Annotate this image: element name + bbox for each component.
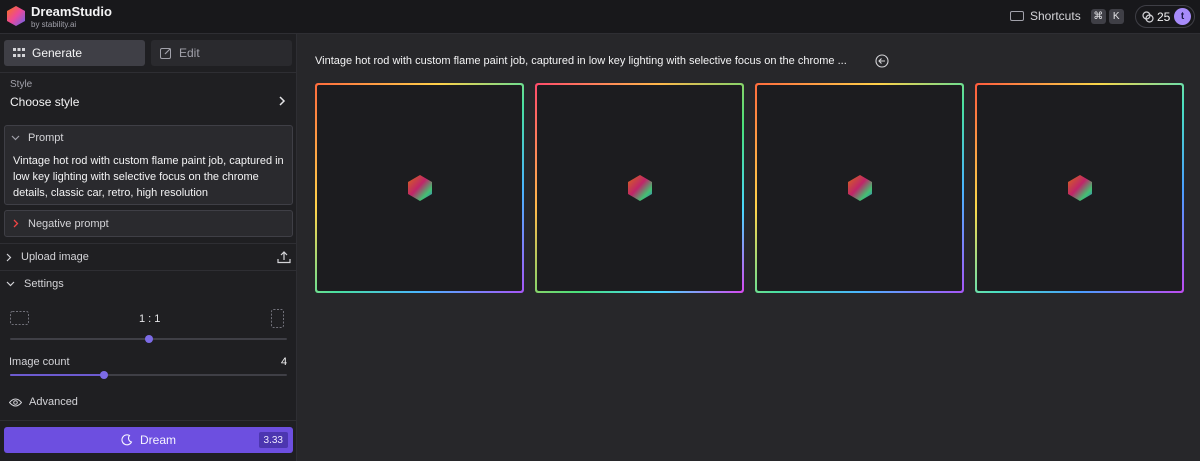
prompt-header[interactable]: Prompt: [11, 132, 63, 144]
shortcuts-button[interactable]: Shortcuts ⌘ K: [1010, 7, 1124, 25]
chevron-down-icon: [11, 135, 20, 141]
avatar[interactable]: t: [1174, 8, 1191, 25]
image-placeholder: [977, 85, 1182, 291]
credits-icon: [1142, 10, 1154, 23]
loading-hexagon-icon: [1067, 175, 1092, 201]
image-placeholder: [537, 85, 742, 291]
chevron-right-icon: [13, 219, 19, 228]
edit-icon: [160, 48, 171, 59]
aspect-ratio-slider-thumb[interactable]: [144, 335, 153, 343]
dream-button[interactable]: Dream 3.33: [4, 427, 293, 453]
loading-hexagon-icon: [407, 175, 432, 201]
image-count-slider-thumb[interactable]: [100, 371, 109, 379]
tab-edit-label: Edit: [179, 46, 200, 60]
dream-cost-badge: 3.33: [258, 432, 288, 448]
settings-label: Settings: [24, 278, 64, 290]
image-count-value: 4: [281, 356, 288, 368]
aspect-ratio-value: 1 : 1: [139, 313, 161, 325]
tab-generate-label: Generate: [32, 46, 83, 60]
shortcuts-label: Shortcuts: [1030, 9, 1081, 23]
k-key: K: [1108, 8, 1124, 24]
image-placeholder: [757, 85, 962, 291]
dream-button-label: Dream: [139, 433, 176, 447]
moon-icon: [121, 434, 133, 446]
settings-header[interactable]: Settings: [0, 271, 297, 297]
image-result-card[interactable]: [315, 83, 524, 293]
style-select[interactable]: Choose style: [10, 95, 79, 109]
style-label: Style: [10, 79, 33, 90]
back-arrow-icon[interactable]: [875, 54, 889, 68]
credits-count: 25: [1157, 9, 1171, 24]
grid-icon: [13, 48, 25, 57]
advanced-label: Advanced: [29, 396, 78, 408]
tab-generate[interactable]: Generate: [4, 40, 145, 66]
advanced-toggle[interactable]: Advanced: [9, 396, 78, 408]
image-result-card[interactable]: [535, 83, 744, 293]
image-results-grid: [315, 83, 1184, 293]
command-key: ⌘: [1090, 8, 1106, 24]
portrait-icon[interactable]: [271, 309, 284, 328]
eye-icon: [9, 398, 22, 406]
image-result-card[interactable]: [975, 83, 1184, 293]
divider: [0, 420, 297, 421]
landscape-icon[interactable]: [10, 311, 29, 325]
image-result-card[interactable]: [755, 83, 964, 293]
upload-image-label: Upload image: [21, 251, 89, 263]
generation-prompt-title: Vintage hot rod with custom flame paint …: [315, 55, 847, 67]
sidebar: Generate Edit Style Choose style Prompt …: [0, 34, 297, 461]
app-title: DreamStudio: [31, 4, 112, 19]
upload-icon[interactable]: [277, 250, 291, 264]
chevron-down-icon: [6, 281, 15, 287]
image-placeholder: [317, 85, 522, 291]
app-byline: by stability.ai: [31, 20, 77, 29]
prompt-header-label: Prompt: [28, 132, 64, 144]
logo-icon[interactable]: [5, 5, 27, 27]
loading-hexagon-icon: [847, 175, 872, 201]
divider: [0, 72, 297, 73]
upload-image-row[interactable]: Upload image: [0, 244, 297, 270]
loading-hexagon-icon: [627, 175, 652, 201]
prompt-section: Prompt Vintage hot rod with custom flame…: [4, 125, 293, 205]
image-count-label: Image count: [9, 356, 70, 368]
top-bar: DreamStudio by stability.ai Shortcuts ⌘ …: [0, 0, 1200, 34]
image-count-slider-fill: [10, 374, 105, 376]
negative-prompt-label: Negative prompt: [28, 217, 109, 230]
negative-prompt-toggle[interactable]: Negative prompt: [4, 210, 293, 237]
credits-button[interactable]: 25 t: [1135, 5, 1195, 28]
image-count-slider[interactable]: [10, 371, 287, 379]
prompt-input[interactable]: Vintage hot rod with custom flame paint …: [13, 153, 289, 201]
tab-edit[interactable]: Edit: [151, 40, 292, 66]
chevron-right-icon: [6, 253, 12, 261]
keyboard-icon: [1010, 11, 1024, 21]
chevron-right-icon[interactable]: [278, 96, 286, 106]
aspect-ratio-slider[interactable]: [10, 335, 287, 343]
